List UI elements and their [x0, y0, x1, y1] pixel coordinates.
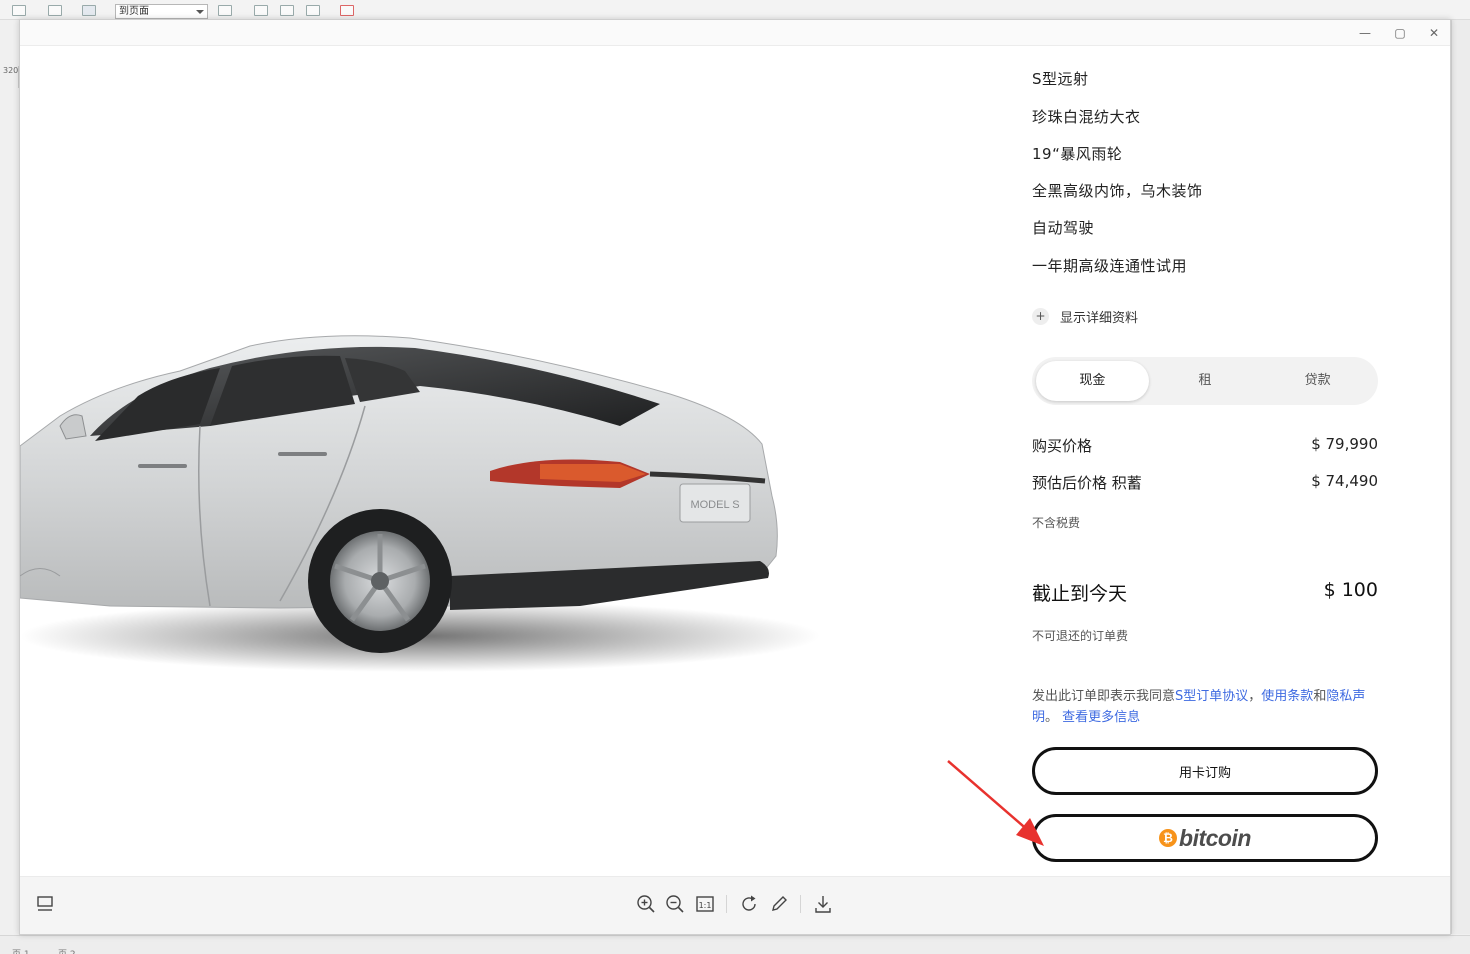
close-button[interactable]: ✕: [1423, 24, 1445, 42]
after-savings-label: 预估后价格 积蓄: [1032, 474, 1142, 492]
show-details-label: 显示详细资料: [1060, 310, 1139, 326]
spec-model: S型远射: [1032, 70, 1089, 88]
toolbar-icon[interactable]: [12, 5, 26, 16]
title-bar: — ▢ ✕: [20, 20, 1450, 46]
more-info-link[interactable]: 查看更多信息: [1062, 710, 1140, 725]
toolbar-icon[interactable]: [48, 5, 62, 16]
actual-size-icon[interactable]: 1:1: [694, 893, 716, 915]
car-wheel-hub: [371, 572, 389, 590]
toolbar-icon[interactable]: [82, 5, 96, 16]
toolbar-icon[interactable]: [306, 5, 320, 16]
order-with-card-label: 用卡订购: [1178, 765, 1231, 781]
edit-icon[interactable]: [768, 893, 790, 915]
legal-separator: ，: [1248, 689, 1262, 704]
page-tab[interactable]: 页 2: [58, 947, 76, 954]
tab-cash[interactable]: 现金: [1036, 361, 1149, 401]
bitcoin-label: bitcoin: [1179, 824, 1251, 851]
ruler-value: 320: [3, 66, 19, 75]
fee-note: 不可退还的订单费: [1032, 629, 1129, 643]
tax-note: 不含税费: [1032, 516, 1081, 530]
maximize-button[interactable]: ▢: [1389, 24, 1411, 42]
zoom-in-icon[interactable]: [635, 893, 657, 915]
legal-separator: 。: [1045, 710, 1063, 725]
toolbar-icon[interactable]: [254, 5, 268, 16]
background-scrollbar[interactable]: [1451, 20, 1470, 934]
bitcoin-icon: ₿: [1159, 829, 1178, 847]
legal-and: 和: [1313, 689, 1327, 704]
bitcoin-pay-button[interactable]: ₿ bitcoin: [1032, 814, 1378, 862]
purchase-price-label: 购买价格: [1032, 437, 1093, 455]
toolbar-icon[interactable]: [280, 5, 294, 16]
page-tab[interactable]: 页 1: [12, 947, 30, 954]
toolbar-icon[interactable]: [218, 5, 232, 16]
viewer-toolbar: 1:1: [20, 876, 1450, 934]
toolbar-divider: [800, 895, 801, 913]
show-details-link[interactable]: + 显示详细资料: [1032, 306, 1138, 326]
download-icon[interactable]: [812, 893, 834, 915]
toolbar-divider: [726, 895, 727, 913]
chevron-down-icon: [196, 10, 204, 14]
thumbnail-icon[interactable]: [34, 893, 56, 915]
order-panel: S型远射 珍珠白混纺大衣 19“暴风雨轮 全黑高级内饰，乌木装饰 自动驾驶 一年…: [1032, 46, 1392, 876]
after-savings-row: 预估后价格 积蓄 $ 74,490: [1032, 472, 1378, 493]
purchase-price-value: $ 79,990: [1311, 435, 1378, 453]
rotate-icon[interactable]: [738, 893, 760, 915]
page-fit-value: 到页面: [119, 6, 149, 17]
legal-text: 发出此订单即表示我同意S型订单协议，使用条款和隐私声明。 查看更多信息: [1032, 686, 1378, 728]
ruler: 320: [0, 66, 19, 88]
spec-paint: 珍珠白混纺大衣: [1032, 108, 1141, 126]
payment-type-tabs: 现金 租 贷款: [1032, 357, 1378, 405]
tab-loan[interactable]: 贷款: [1261, 361, 1374, 401]
due-today-value: $ 100: [1323, 579, 1378, 601]
spec-autopilot: 自动驾驶: [1032, 219, 1095, 237]
spec-connectivity: 一年期高级连通性试用: [1032, 257, 1188, 275]
car-plate-text: MODEL S: [690, 499, 739, 511]
image-viewer-window: — ▢ ✕ MODEL S S型远射 珍珠白混纺大衣 19“暴风雨轮 全黑高级内…: [19, 19, 1451, 935]
car-illustration: MODEL S: [20, 335, 820, 672]
after-savings-value: $ 74,490: [1311, 472, 1378, 490]
viewer-canvas: MODEL S S型远射 珍珠白混纺大衣 19“暴风雨轮 全黑高级内饰，乌木装饰…: [20, 46, 1450, 876]
spec-interior: 全黑高级内饰，乌木装饰: [1032, 182, 1203, 200]
page-fit-select[interactable]: 到页面: [115, 4, 208, 19]
background-status-bar: 页 1 页 2: [0, 935, 1470, 954]
purchase-price-row: 购买价格 $ 79,990: [1032, 435, 1378, 456]
due-today-row: 截止到今天 $ 100: [1032, 579, 1378, 606]
due-today-label: 截止到今天: [1032, 583, 1128, 605]
zoom-out-icon[interactable]: [664, 893, 686, 915]
legal-prefix: 发出此订单即表示我同意: [1032, 689, 1176, 704]
tab-lease[interactable]: 租: [1149, 361, 1262, 401]
actual-size-label: 1:1: [699, 901, 712, 910]
terms-of-use-link[interactable]: 使用条款: [1261, 689, 1313, 704]
toolbar-icon[interactable]: [340, 5, 354, 16]
plus-icon: +: [1032, 307, 1049, 325]
order-agreement-link[interactable]: S型订单协议: [1175, 689, 1248, 704]
spec-wheels: 19“暴风雨轮: [1032, 145, 1123, 163]
order-with-card-button[interactable]: 用卡订购: [1032, 747, 1378, 795]
minimize-button[interactable]: —: [1354, 24, 1376, 42]
car-image: MODEL S: [20, 276, 820, 696]
background-toolbar: 到页面: [0, 0, 1470, 20]
